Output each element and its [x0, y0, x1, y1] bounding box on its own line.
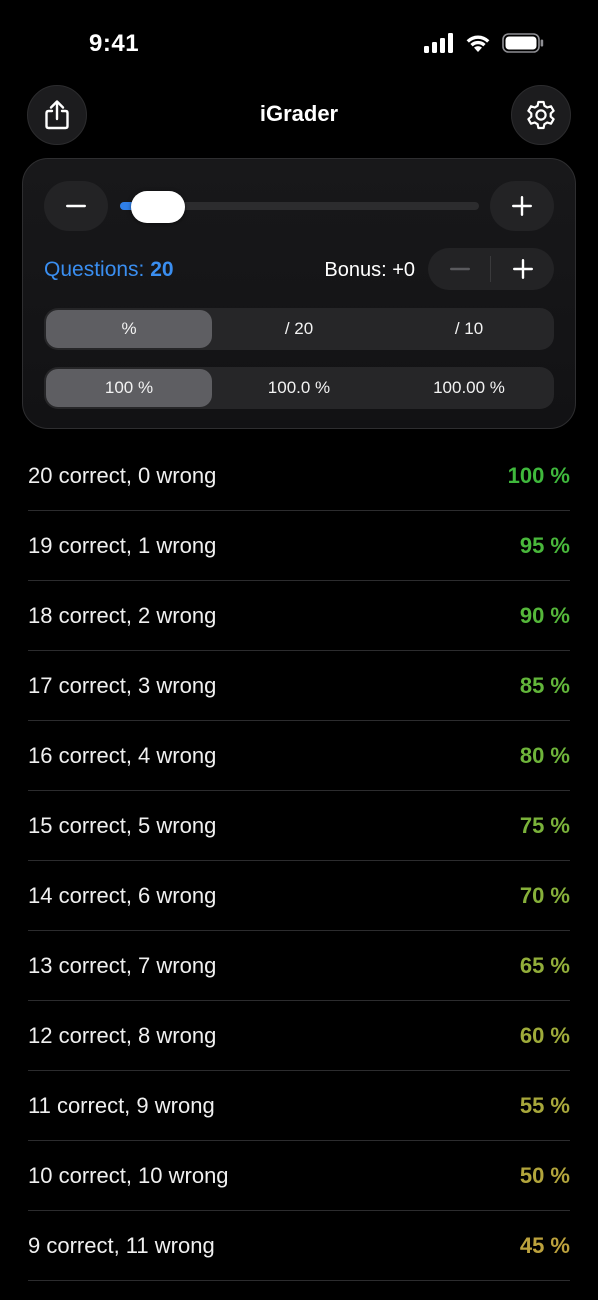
grading-controls-card: Questions: 20 Bonus: +0 % / 20 / 10 100 … [22, 158, 576, 429]
list-item: 14 correct, 6 wrong 70 % [28, 861, 570, 931]
slider-thumb[interactable] [131, 191, 186, 223]
gear-icon [527, 100, 555, 130]
decrease-questions-button[interactable] [44, 181, 108, 231]
result-value: 55 % [519, 1093, 570, 1118]
list-item: 16 correct, 4 wrong 80 % [28, 721, 570, 791]
wifi-icon [466, 35, 490, 52]
bonus-increase-button[interactable] [491, 248, 554, 290]
result-value: 90 % [519, 603, 570, 628]
status-time: 9:41 [89, 30, 140, 57]
result-label: 16 correct, 4 wrong [28, 743, 217, 768]
plus-icon [512, 196, 532, 216]
status-icons [424, 33, 544, 53]
result-value: 50 % [519, 1163, 570, 1188]
app-title: iGrader [259, 101, 339, 126]
list-item: 15 correct, 5 wrong 75 % [28, 791, 570, 861]
questions-prefix: Questions: [44, 258, 151, 281]
list-item: 17 correct, 3 wrong 85 % [28, 651, 570, 721]
list-item: 10 correct, 10 wrong 50 % [28, 1141, 570, 1211]
settings-button[interactable] [511, 85, 571, 145]
battery-icon [502, 33, 544, 53]
cellular-signal-icon [424, 33, 453, 53]
minus-icon [66, 204, 86, 208]
precision-option[interactable]: 100.0 % [216, 369, 382, 407]
bonus-decrease-button[interactable] [428, 248, 491, 290]
list-item: 18 correct, 2 wrong 90 % [28, 581, 570, 651]
list-item: 11 correct, 9 wrong 55 % [28, 1071, 570, 1141]
result-label: 15 correct, 5 wrong [28, 813, 217, 838]
result-value: 45 % [519, 1233, 570, 1258]
result-value: 85 % [519, 673, 570, 698]
result-value: 80 % [519, 743, 570, 768]
list-item: 12 correct, 8 wrong 60 % [28, 1001, 570, 1071]
result-label: 20 correct, 0 wrong [28, 463, 217, 488]
result-value: 70 % [519, 883, 570, 908]
list-item: 19 correct, 1 wrong 95 % [28, 511, 570, 581]
results-list: 20 correct, 0 wrong 100 % 19 correct, 1 w… [28, 441, 570, 1281]
precision-option[interactable]: 100 % [46, 369, 212, 407]
bonus-stepper [428, 248, 554, 290]
grade-format-segmented-control: % / 20 / 10 [44, 308, 554, 350]
precision-option[interactable]: 100.00 % [386, 369, 552, 407]
result-label: 11 correct, 9 wrong [28, 1093, 215, 1118]
result-value: 100 % [507, 463, 570, 488]
result-value: 65 % [519, 953, 570, 978]
result-label: 13 correct, 7 wrong [28, 953, 217, 978]
list-item: 13 correct, 7 wrong 65 % [28, 931, 570, 1001]
stepper-divider [490, 256, 491, 282]
result-label: 17 correct, 3 wrong [28, 673, 217, 698]
plus-icon [512, 259, 533, 279]
increase-questions-button[interactable] [490, 181, 554, 231]
status-bar: 9:41 [0, 0, 598, 88]
result-value: 75 % [519, 813, 570, 838]
list-item: 9 correct, 11 wrong 45 % [28, 1211, 570, 1281]
format-option[interactable]: / 10 [386, 310, 552, 348]
list-item: 20 correct, 0 wrong 100 % [28, 441, 570, 511]
result-value: 95 % [519, 533, 570, 558]
result-label: 19 correct, 1 wrong [28, 533, 217, 558]
format-option[interactable]: % [46, 310, 212, 348]
format-option[interactable]: / 20 [216, 310, 382, 348]
result-label: 14 correct, 6 wrong [28, 883, 217, 908]
result-label: 18 correct, 2 wrong [28, 603, 217, 628]
questions-count-label: Questions: 20 [44, 258, 174, 282]
result-label: 10 correct, 10 wrong [28, 1163, 229, 1188]
precision-segmented-control: 100 % 100.0 % 100.00 % [44, 367, 554, 409]
bonus-label: Bonus: +0 [324, 259, 415, 281]
minus-icon [449, 267, 470, 271]
result-label: 9 correct, 11 wrong [28, 1233, 215, 1258]
questions-value: 20 [150, 258, 174, 281]
result-label: 12 correct, 8 wrong [28, 1023, 217, 1048]
result-value: 60 % [519, 1023, 570, 1048]
